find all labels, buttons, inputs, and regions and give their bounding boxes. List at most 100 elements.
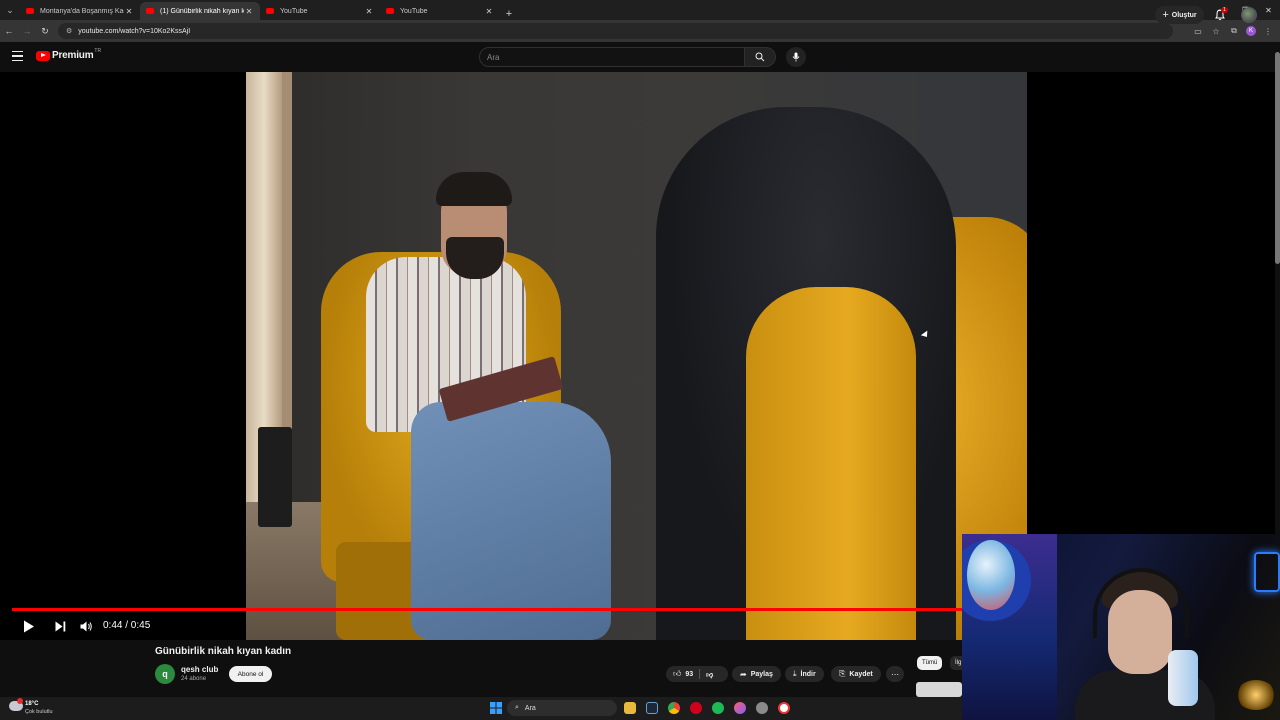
steam-icon[interactable] [646,702,658,714]
search-input[interactable] [479,47,745,67]
browser-tab[interactable]: YouTube ✕ [260,2,380,20]
app-icon[interactable] [734,702,746,714]
taskbar-search[interactable]: ⌕ Ara [507,700,617,716]
file-explorer-icon[interactable] [624,702,636,714]
next-button[interactable] [52,618,68,634]
youtube-favicon-icon [266,8,274,14]
close-tab-icon[interactable]: ✕ [124,7,134,16]
channel-avatar[interactable]: q [155,664,175,684]
weather-alert-icon [17,698,23,704]
bookmark-star-icon[interactable]: ☆ [1210,27,1222,36]
spotify-icon[interactable] [712,702,724,714]
like-button[interactable]: 👍︎ 93 [666,666,693,682]
url-text: youtube.com/watch?v=10Ko2KssAjI [78,27,191,35]
like-divider [699,669,701,679]
region-code: TR [94,47,102,54]
webcam-drink-can [1168,650,1198,706]
close-window-icon[interactable]: ✕ [1257,0,1280,20]
webcam-lamp [1236,680,1276,710]
taskbar-search-icon: ⌕ [515,704,519,711]
youtube-header: Premium TR [0,42,1280,72]
windows-start-icon[interactable] [490,702,502,714]
subscriber-count: 24 abone [181,676,207,682]
save-button[interactable]: ⎘ Kaydet [831,666,881,682]
close-tab-icon[interactable]: ✕ [364,7,374,16]
new-tab-icon[interactable]: + [500,8,518,20]
video-scene-man-jeans [411,402,611,640]
browser-tab[interactable]: Montanya'da Boşanmış Kadınlı ✕ [20,2,140,20]
forward-icon[interactable]: → [18,20,36,42]
extensions-icon[interactable]: ⧉ [1228,26,1240,36]
save-label: Kaydet [849,670,873,678]
share-label: Paylaş [750,670,773,678]
voice-search-button[interactable] [786,47,806,67]
site-info-icon[interactable]: ⚙ [66,27,72,35]
weather-description[interactable]: Çok bulutlu [25,709,53,715]
play-icon [24,620,34,632]
search-icon [755,52,765,62]
download-icon: ⤓ [793,669,797,678]
download-button[interactable]: ⤓ İndir [785,666,824,682]
close-tab-icon[interactable]: ✕ [484,7,494,16]
create-label: Oluştur [1171,11,1197,19]
settings-gear-icon[interactable] [756,702,768,714]
plus-icon: + [1162,9,1169,21]
back-icon[interactable]: ← [0,20,18,42]
webcam-planet-art [967,540,1015,610]
tab-search-icon[interactable]: ⌄ [0,0,20,20]
share-button[interactable]: ➦ Paylaş [732,666,781,682]
toolbar-actions: ▭ ☆ ⧉ K ⋮ [1192,20,1274,42]
video-frame [246,72,1027,640]
share-arrow-icon: ➦ [740,669,747,679]
opera-icon[interactable] [690,702,702,714]
menu-icon[interactable] [12,51,23,61]
youtube-favicon-icon [146,8,154,14]
youtube-premium-logo[interactable]: Premium TR [36,47,102,61]
dislike-button[interactable]: 👎︎ [706,670,713,679]
youtube-favicon-icon [26,8,34,14]
skip-next-icon [55,621,65,631]
browser-tab-strip: ⌄ Montanya'da Boşanmış Kadınlı ✕ (1) Gün… [0,0,1280,20]
video-scene-candle [258,427,292,527]
browser-toolbar: ← → ↻ ⚙ youtube.com/watch?v=10Ko2KssAjI … [0,20,1280,42]
brand-label: Premium [52,50,94,61]
address-bar[interactable]: ⚙ youtube.com/watch?v=10Ko2KssAjI [58,23,1173,39]
download-label: İndir [800,670,816,678]
menu-dots-icon[interactable]: ⋮ [1262,27,1274,36]
tab-title: (1) Günübirlik nikah kıyan kadı [160,7,244,15]
chrome-icon[interactable] [668,702,680,714]
close-tab-icon[interactable]: ✕ [244,7,254,16]
account-avatar[interactable] [1241,7,1257,23]
youtube-logo-icon [36,50,50,61]
browser-tab-active[interactable]: (1) Günübirlik nikah kıyan kadı ✕ [140,2,260,20]
cast-icon[interactable]: ▭ [1192,27,1204,36]
recommended-thumbnail[interactable] [916,682,962,697]
notification-badge: 1 [1221,7,1228,13]
search-button[interactable] [745,47,776,67]
reload-icon[interactable]: ↻ [36,20,54,42]
video-title: Günübirlik nikah kıyan kadın [155,646,292,657]
video-scene-man-hair [436,172,512,206]
youtube-favicon-icon [386,8,394,14]
like-count: 93 [685,670,694,678]
bookmark-icon: ⎘ [839,669,846,678]
windows-taskbar [0,697,962,720]
create-button[interactable]: + Oluştur [1155,6,1204,24]
profile-icon[interactable]: K [1246,26,1256,36]
play-button[interactable] [20,618,38,634]
weather-temperature[interactable]: 18°C [25,701,38,707]
like-dislike-group: 👍︎ 93 👎︎ [666,666,728,682]
subscribe-button[interactable]: Abone ol [229,666,272,682]
tab-title: YouTube [280,7,308,15]
player-controls: 0:44 / 0:45 [0,612,1000,640]
browser-tab[interactable]: YouTube ✕ [380,2,500,20]
video-scene-right-chair-arm [746,287,916,640]
page-scrollbar[interactable] [1275,52,1280,264]
channel-name[interactable]: qesh club [181,665,218,674]
volume-button[interactable] [78,618,94,634]
app-icon-2[interactable] [778,702,790,714]
taskbar-search-placeholder: Ara [524,704,536,712]
tab-title: Montanya'da Boşanmış Kadınlı [40,7,124,15]
more-actions-icon[interactable]: ⋯ [886,666,904,682]
chip-all[interactable]: Tümü [917,656,943,670]
